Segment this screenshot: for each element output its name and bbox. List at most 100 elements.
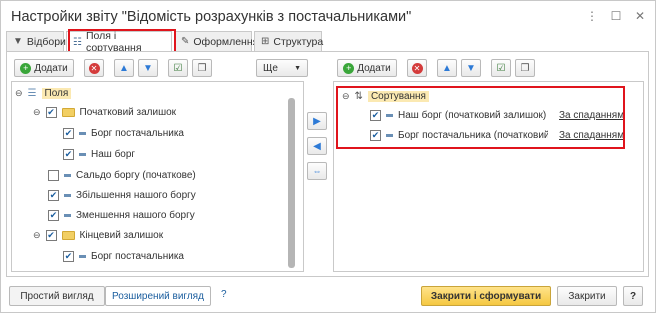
sort-move-down-button[interactable]: ▼ xyxy=(461,59,481,77)
field-label: Збільшення нашого боргу xyxy=(76,189,196,201)
copy-icon: ❐ xyxy=(520,62,530,74)
tab-bar: ▼ Відбори ☷ Поля і сортування ✎ Оформлен… xyxy=(6,30,324,54)
sort-check-all-button[interactable]: ☑ xyxy=(491,59,511,77)
field-icon xyxy=(64,213,71,217)
check-all-button[interactable]: ☑ xyxy=(168,59,188,77)
folder-icon xyxy=(61,230,75,240)
folder-icon xyxy=(61,107,75,117)
maximize-icon[interactable]: ☐ xyxy=(609,9,623,23)
field-label: Борг постачальника xyxy=(91,250,184,262)
checkbox-checked[interactable]: ✔ xyxy=(45,229,57,241)
sort-row-supplier-debt[interactable]: ✔ Борг постачальника (початковий з... За… xyxy=(370,126,638,144)
tree-row-our-debt[interactable]: ✔ Наш борг xyxy=(63,145,135,163)
close-label: Закрити xyxy=(568,290,606,302)
checkbox-checked[interactable]: ✔ xyxy=(63,148,74,160)
close-icon[interactable]: ✕ xyxy=(633,9,647,23)
uncheck-all-button[interactable]: ❐ xyxy=(192,59,212,77)
help-link[interactable]: ? xyxy=(221,289,227,300)
help-label: ? xyxy=(629,290,637,302)
more-actions-icon[interactable]: ⋮ xyxy=(585,9,599,23)
brush-icon: ✎ xyxy=(181,36,190,47)
field-label: Зменшення нашого боргу xyxy=(76,209,195,221)
checkbox-checked[interactable]: ✔ xyxy=(63,127,74,139)
fields-list-icon: ☰ xyxy=(27,87,37,99)
add-sort-button[interactable]: + Додати xyxy=(337,59,397,77)
collapse-icon[interactable]: ⊖ xyxy=(33,107,41,118)
fields-root-label: Поля xyxy=(41,87,72,99)
close-button[interactable]: Закрити xyxy=(557,286,617,306)
filter-icon: ▼ xyxy=(13,36,23,47)
structure-icon: ⊞ xyxy=(261,36,270,47)
check-all-icon: ☑ xyxy=(496,62,506,74)
advanced-view-label: Розширений вигляд xyxy=(112,290,204,302)
advanced-view-button[interactable]: Розширений вигляд xyxy=(105,286,211,306)
tab-appearance[interactable]: ✎ Оформлення xyxy=(174,31,258,51)
tree-row-closing-balance[interactable]: ⊖ ✔ Кінцевий залишок xyxy=(33,226,163,244)
sorting-root-row[interactable]: ⊖ ⇅ Сортування xyxy=(342,87,429,105)
add-field-button[interactable]: + Додати xyxy=(14,59,74,77)
field-icon xyxy=(64,173,71,177)
tree-row-debt-decrease[interactable]: ✔ Зменшення нашого боргу xyxy=(48,206,195,224)
fields-toolbar: + Додати ✕ ▲ ▼ ☑ ❐ Ще ▼ xyxy=(14,59,308,77)
tree-row-opening-balance[interactable]: ⊖ ✔ Початковий залишок xyxy=(33,103,176,121)
sort-move-up-button[interactable]: ▲ xyxy=(437,59,457,77)
add-field-label: Додати xyxy=(34,62,68,74)
tree-row-supplier-debt[interactable]: ✔ Борг постачальника xyxy=(63,124,184,142)
collapse-icon[interactable]: ⊖ xyxy=(33,230,41,241)
checkbox-checked[interactable]: ✔ xyxy=(370,109,381,121)
checkbox-checked[interactable]: ✔ xyxy=(48,189,59,201)
tab-structure-label: Структура xyxy=(273,35,324,48)
tab-appearance-label: Оформлення xyxy=(193,35,259,48)
sort-field-label: Борг постачальника (початковий з... xyxy=(398,129,548,141)
help-button[interactable]: ? xyxy=(623,286,643,306)
sorting-panel: ⊖ ⇅ Сортування ✔ Наш борг (початковий за… xyxy=(333,81,644,272)
fields-icon: ☷ xyxy=(73,36,82,48)
simple-view-label: Простий вигляд xyxy=(20,290,94,302)
sort-row-our-debt[interactable]: ✔ Наш борг (початковий залишок) За спада… xyxy=(370,106,638,124)
field-icon xyxy=(79,254,86,258)
sorting-root-label: Сортування xyxy=(367,90,429,102)
collapse-icon[interactable]: ⊖ xyxy=(342,91,350,102)
checkbox-checked[interactable]: ✔ xyxy=(48,209,59,221)
arrow-up-icon: ▲ xyxy=(442,62,452,74)
delete-sort-button[interactable]: ✕ xyxy=(407,59,427,77)
scrollbar-thumb[interactable] xyxy=(288,98,295,268)
field-label: Початковий залишок xyxy=(79,106,177,118)
checkbox-checked[interactable]: ✔ xyxy=(45,106,57,118)
collapse-icon[interactable]: ⊖ xyxy=(15,88,23,99)
check-all-icon: ☑ xyxy=(173,62,183,74)
report-settings-window: Настройки звіту "Відомість розрахунків з… xyxy=(0,0,656,313)
tab-fields-sorting[interactable]: ☷ Поля і сортування xyxy=(66,30,172,54)
move-to-sort-button[interactable]: ▶ xyxy=(307,112,327,130)
plus-icon: + xyxy=(20,62,32,74)
move-down-button[interactable]: ▼ xyxy=(138,59,158,77)
tree-row-supplier-debt-closing[interactable]: ✔ Борг постачальника xyxy=(63,247,184,265)
tree-row-debt-balance[interactable]: Сальдо боргу (початкове) xyxy=(48,166,196,184)
simple-view-button[interactable]: Простий вигляд xyxy=(9,286,105,306)
remove-from-sort-button[interactable]: ◀ xyxy=(307,137,327,155)
tab-filters[interactable]: ▼ Відбори xyxy=(6,31,66,51)
sort-uncheck-all-button[interactable]: ❐ xyxy=(515,59,535,77)
window-controls: ⋮ ☐ ✕ xyxy=(585,9,647,23)
field-icon xyxy=(64,193,71,197)
checkbox-checked[interactable]: ✔ xyxy=(370,129,381,141)
move-up-button[interactable]: ▲ xyxy=(114,59,134,77)
arrow-right-icon: ▶ xyxy=(313,115,321,127)
tab-structure[interactable]: ⊞ Структура xyxy=(254,31,324,51)
delete-field-button[interactable]: ✕ xyxy=(84,59,104,77)
fields-root-row[interactable]: ⊖ ☰ Поля xyxy=(15,84,72,102)
checkbox-checked[interactable]: ✔ xyxy=(63,250,74,262)
close-and-build-button[interactable]: Закрити і сформувати xyxy=(421,286,551,306)
sort-direction-link[interactable]: За спаданням xyxy=(559,130,624,141)
field-label: Наш борг xyxy=(91,148,136,160)
add-sort-label: Додати xyxy=(357,62,391,74)
more-menu-button[interactable]: Ще ▼ xyxy=(256,59,308,77)
sort-direction-link[interactable]: За спаданням xyxy=(559,110,624,121)
tree-row-debt-increase[interactable]: ✔ Збільшення нашого боргу xyxy=(48,186,196,204)
delete-icon: ✕ xyxy=(88,62,100,74)
checkbox-unchecked[interactable] xyxy=(48,169,59,181)
field-icon xyxy=(386,133,393,137)
field-label: Кінцевий залишок xyxy=(79,229,164,241)
swap-button[interactable]: ⇔ xyxy=(307,162,327,180)
fields-panel: ⊖ ☰ Поля ⊖ ✔ Початковий залишок ✔ Борг п… xyxy=(11,81,304,272)
